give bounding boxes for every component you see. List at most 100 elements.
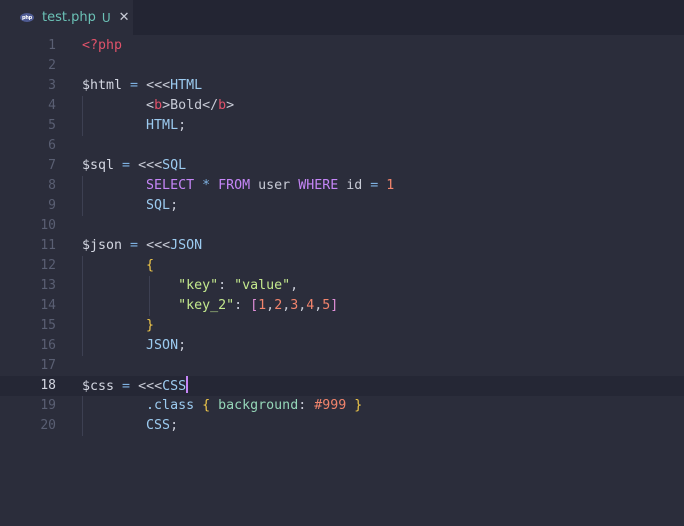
code-line[interactable]: 11 $json = <<<JSON bbox=[0, 236, 684, 256]
code-line[interactable]: 15 } bbox=[0, 316, 684, 336]
code-line[interactable]: 17 bbox=[0, 356, 684, 376]
code-line[interactable]: 18 $css = <<<CSS bbox=[0, 376, 684, 396]
code-text: SELECT * FROM user WHERE id = 1 bbox=[82, 176, 394, 196]
code-line[interactable]: 4 <b>Bold</b> bbox=[0, 96, 684, 116]
code-token: ; bbox=[178, 338, 187, 353]
code-line[interactable]: 19 .class { background: #999 } bbox=[0, 396, 684, 416]
line-number: 17 bbox=[40, 358, 56, 373]
code-token: SQL bbox=[162, 158, 187, 173]
code-text: <b>Bold</b> bbox=[82, 96, 234, 116]
code-text: <?php bbox=[82, 36, 122, 56]
code-line[interactable]: 13 "key": "value", bbox=[0, 276, 684, 296]
code-line[interactable]: 3 $html = <<<HTML bbox=[0, 76, 684, 96]
line-number: 1 bbox=[48, 38, 56, 53]
code-text: $sql = <<<SQL bbox=[82, 156, 186, 176]
code-token: <<< bbox=[146, 78, 171, 93]
code-text: "key": "value", bbox=[82, 276, 298, 296]
code-token: $json bbox=[82, 238, 123, 253]
code-token: #999 bbox=[314, 398, 347, 413]
code-token: } bbox=[354, 398, 363, 413]
code-token: > bbox=[226, 98, 235, 113]
code-token: id bbox=[338, 178, 371, 193]
code-token: , bbox=[290, 278, 299, 293]
code-token: 1 bbox=[258, 298, 267, 313]
code-token: : bbox=[298, 398, 315, 413]
line-number: 6 bbox=[48, 138, 56, 153]
code-line[interactable]: 5 HTML; bbox=[0, 116, 684, 136]
code-token: : bbox=[234, 298, 251, 313]
code-token: Bold bbox=[170, 98, 203, 113]
code-text: } bbox=[82, 316, 154, 336]
line-number: 12 bbox=[40, 258, 56, 273]
code-token: user bbox=[250, 178, 299, 193]
code-token: = bbox=[114, 158, 139, 173]
code-token: JSON bbox=[146, 338, 179, 353]
code-token: ] bbox=[330, 298, 339, 313]
code-token: * bbox=[194, 178, 219, 193]
text-cursor bbox=[186, 376, 189, 393]
tab-test-php[interactable]: php test.php U ✕ bbox=[0, 0, 133, 35]
line-number: 2 bbox=[48, 58, 56, 73]
code-token: { bbox=[146, 258, 155, 273]
code-line[interactable]: 12 { bbox=[0, 256, 684, 276]
code-line[interactable]: 1 <?php bbox=[0, 36, 684, 56]
code-line[interactable]: 6 bbox=[0, 136, 684, 156]
code-token: background bbox=[218, 398, 299, 413]
indent-guide bbox=[82, 256, 83, 356]
code-token: <<< bbox=[138, 379, 163, 394]
line-number: 7 bbox=[48, 158, 56, 173]
line-number: 16 bbox=[40, 338, 56, 353]
code-token: HTML bbox=[170, 78, 203, 93]
code-token: , bbox=[266, 298, 275, 313]
code-token: $css bbox=[82, 379, 115, 394]
code-token: </ bbox=[202, 98, 219, 113]
line-number: 13 bbox=[40, 278, 56, 293]
line-number: 8 bbox=[48, 178, 56, 193]
code-text: { bbox=[82, 256, 154, 276]
code-token: : bbox=[218, 278, 235, 293]
code-line[interactable]: 20 CSS; bbox=[0, 416, 684, 436]
line-number: 11 bbox=[40, 238, 56, 253]
code-token: = bbox=[122, 78, 147, 93]
code-token: b bbox=[218, 98, 227, 113]
code-token: "key" bbox=[178, 278, 219, 293]
code-line[interactable]: 7 $sql = <<<SQL bbox=[0, 156, 684, 176]
code-text: $html = <<<HTML bbox=[82, 76, 202, 96]
tab-bar: php test.php U ✕ bbox=[0, 0, 684, 35]
code-line[interactable]: 9 SQL; bbox=[0, 196, 684, 216]
code-token: SQL bbox=[146, 198, 171, 213]
line-number: 14 bbox=[40, 298, 56, 313]
code-token: JSON bbox=[170, 238, 203, 253]
indent-guide bbox=[149, 276, 150, 316]
line-number: 15 bbox=[40, 318, 56, 333]
code-token: WHERE bbox=[298, 178, 339, 193]
code-line[interactable]: 14 "key_2": [1,2,3,4,5] bbox=[0, 296, 684, 316]
code-line[interactable]: 8 SELECT * FROM user WHERE id = 1 bbox=[0, 176, 684, 196]
code-token: "value" bbox=[234, 278, 291, 293]
editor-text-area[interactable]: 1 <?php 2 3 $html = <<<HTML 4 <b>Bold</b> 5 HT… bbox=[0, 36, 684, 526]
code-token: <?php bbox=[82, 38, 123, 53]
line-number: 4 bbox=[48, 98, 56, 113]
close-icon[interactable]: ✕ bbox=[119, 10, 130, 25]
code-line[interactable]: 2 bbox=[0, 56, 684, 76]
code-line[interactable]: 16 JSON; bbox=[0, 336, 684, 356]
code-token: 2 bbox=[274, 298, 283, 313]
code-token: <<< bbox=[146, 238, 171, 253]
line-number: 3 bbox=[48, 78, 56, 93]
code-editor-window: php test.php U ✕ 1 <?php 2 3 $html = <<<HTML… bbox=[0, 0, 684, 526]
line-number: 10 bbox=[40, 218, 56, 233]
code-text: "key_2": [1,2,3,4,5] bbox=[82, 296, 338, 316]
code-text: JSON; bbox=[82, 336, 186, 356]
tab-filename: test.php bbox=[42, 10, 96, 25]
git-status-badge: U bbox=[101, 10, 111, 25]
indent-guide bbox=[82, 96, 83, 136]
code-token: b bbox=[154, 98, 163, 113]
code-token: ; bbox=[170, 418, 179, 433]
code-line[interactable]: 10 bbox=[0, 216, 684, 236]
